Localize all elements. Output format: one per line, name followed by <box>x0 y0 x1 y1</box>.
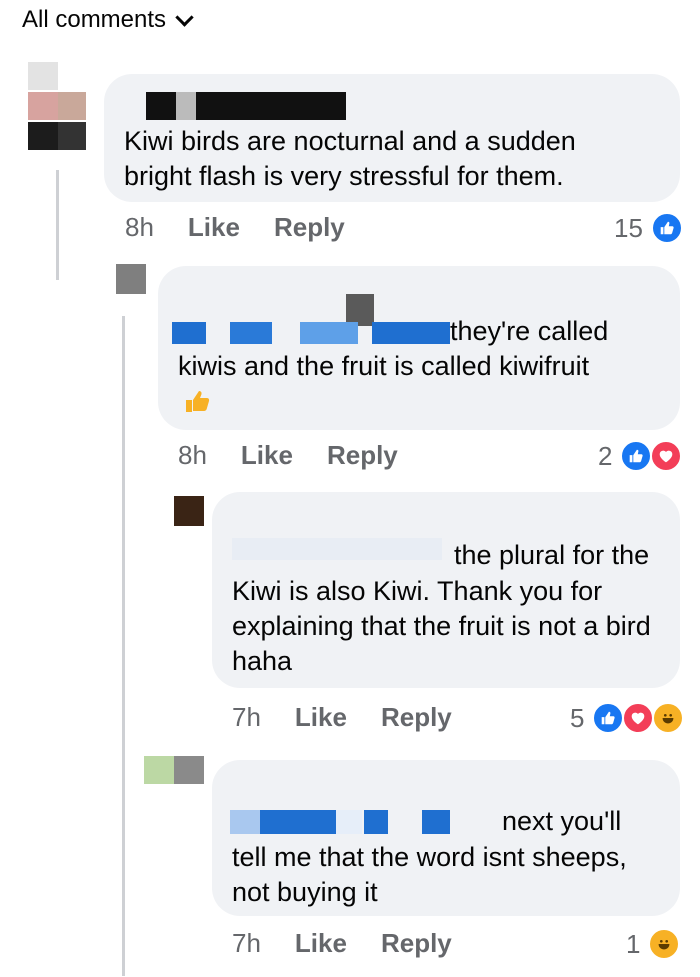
comment-actions: 8h Like Reply <box>178 440 398 471</box>
reaction-count[interactable]: 15 <box>614 212 683 244</box>
reaction-count[interactable]: 1 <box>626 928 681 960</box>
reply-button[interactable]: Reply <box>381 702 452 733</box>
comment-text: Kiwi is also Kiwi. Thank you for explain… <box>232 576 651 676</box>
reaction-count[interactable]: 5 <box>570 702 685 734</box>
all-comments-filter[interactable]: All comments <box>22 6 194 34</box>
like-reaction-icon <box>592 702 625 734</box>
reaction-count-value: 1 <box>626 928 641 959</box>
comment-text: Kiwi birds are nocturnal and a sudden br… <box>124 126 576 191</box>
reply-button[interactable]: Reply <box>274 212 345 243</box>
love-reaction-icon <box>622 702 655 734</box>
comment-text: kiwis and the fruit is called kiwifruit <box>178 351 590 381</box>
reaction-count-value: 15 <box>614 212 643 243</box>
comment-bubble: Kiwi birds are nocturnal and a sudden br… <box>104 74 680 202</box>
like-button[interactable]: Like <box>295 928 347 959</box>
haha-reaction-icon <box>648 928 681 960</box>
comment-bubble: next you'll tell me that the word isnt s… <box>212 760 680 916</box>
reaction-count-value: 5 <box>570 702 585 733</box>
haha-reaction-icon <box>652 702 685 734</box>
love-reaction-icon <box>650 440 683 472</box>
like-button[interactable]: Like <box>241 440 293 471</box>
comment-actions: 7h Like Reply <box>232 928 452 959</box>
timestamp[interactable]: 7h <box>232 702 261 733</box>
like-reaction-icon <box>620 440 653 472</box>
author-name-redacted[interactable] <box>146 92 346 120</box>
like-button[interactable]: Like <box>188 212 240 243</box>
comment-bubble: the plural for the Kiwi is also Kiwi. Th… <box>212 492 680 688</box>
thread-line <box>56 170 59 280</box>
reply-button[interactable]: Reply <box>381 928 452 959</box>
reaction-count[interactable]: 2 <box>598 440 683 472</box>
comment-bubble: they're called kiwis and the fruit is ca… <box>158 266 680 430</box>
comment-actions: 7h Like Reply <box>232 702 452 733</box>
all-comments-label: All comments <box>22 6 167 33</box>
reply-button[interactable]: Reply <box>327 440 398 471</box>
avatar[interactable] <box>144 756 204 784</box>
timestamp[interactable]: 7h <box>232 928 261 959</box>
avatar[interactable] <box>174 496 204 526</box>
like-button[interactable]: Like <box>295 702 347 733</box>
thread-line <box>122 316 125 976</box>
avatar[interactable] <box>116 264 146 294</box>
comment-text: they're called <box>450 316 609 346</box>
timestamp[interactable]: 8h <box>125 212 154 243</box>
author-name-redacted[interactable] <box>172 322 452 344</box>
reaction-count-value: 2 <box>598 440 613 471</box>
chevron-down-icon <box>175 7 194 27</box>
avatar[interactable] <box>28 62 86 150</box>
timestamp[interactable]: 8h <box>178 440 207 471</box>
author-name-redacted[interactable] <box>230 810 450 836</box>
comment-text: the plural for the <box>454 540 650 570</box>
comment-text: tell me that the word isnt sheeps, not b… <box>232 842 627 907</box>
thumbs-up-emoji-icon <box>182 386 212 416</box>
comment-actions: 8h Like Reply <box>125 212 345 243</box>
like-reaction-icon <box>650 212 683 244</box>
author-name-redacted[interactable] <box>232 538 442 560</box>
comment-text: next you'll <box>502 806 622 836</box>
